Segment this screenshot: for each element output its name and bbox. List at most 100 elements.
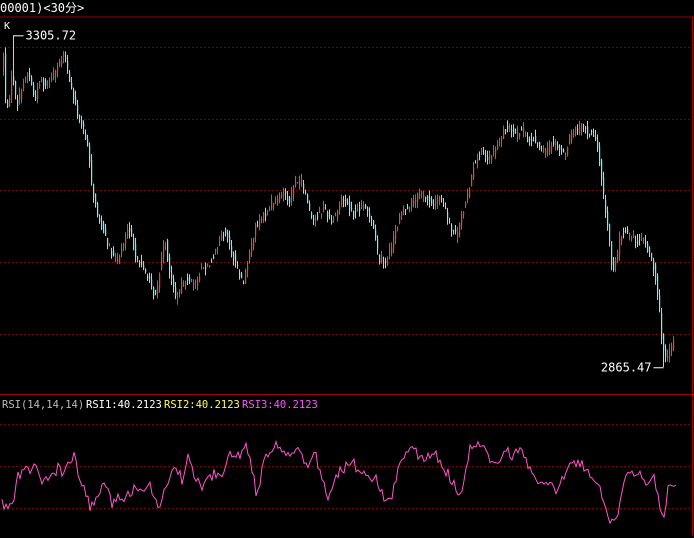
candle[interactable] <box>623 227 625 239</box>
candle[interactable] <box>549 140 551 156</box>
candle[interactable] <box>17 94 19 112</box>
candle[interactable] <box>347 198 349 206</box>
candle[interactable] <box>269 206 271 212</box>
candle[interactable] <box>351 201 353 212</box>
candle[interactable] <box>415 194 417 208</box>
candle[interactable] <box>335 212 337 217</box>
candle[interactable] <box>11 70 13 104</box>
candle[interactable] <box>523 121 525 138</box>
candle[interactable] <box>671 342 673 357</box>
candle[interactable] <box>7 99 9 109</box>
candle[interactable] <box>81 115 83 129</box>
candle[interactable] <box>357 203 359 212</box>
candle[interactable] <box>25 76 27 83</box>
candle[interactable] <box>57 62 59 78</box>
candle[interactable] <box>111 247 113 259</box>
candle[interactable] <box>167 238 169 262</box>
candle[interactable] <box>293 184 295 202</box>
candle[interactable] <box>391 242 393 257</box>
candle[interactable] <box>329 209 331 220</box>
candle[interactable] <box>75 90 77 106</box>
candle[interactable] <box>341 194 343 208</box>
candle[interactable] <box>455 225 457 235</box>
candle[interactable] <box>405 209 407 215</box>
candle[interactable] <box>199 272 201 283</box>
candle[interactable] <box>465 201 467 209</box>
candle[interactable] <box>319 206 321 214</box>
candle[interactable] <box>385 257 387 269</box>
candle[interactable] <box>557 141 559 151</box>
candle[interactable] <box>511 124 513 138</box>
candle[interactable] <box>155 289 157 296</box>
candle[interactable] <box>157 280 159 299</box>
candle[interactable] <box>235 250 237 268</box>
candle[interactable] <box>229 230 231 250</box>
candle[interactable] <box>277 194 279 206</box>
candle[interactable] <box>65 51 67 63</box>
candle[interactable] <box>219 235 221 247</box>
candle[interactable] <box>253 237 255 251</box>
candle[interactable] <box>635 235 637 249</box>
candle[interactable] <box>231 240 233 258</box>
candle[interactable] <box>109 243 111 247</box>
candle[interactable] <box>561 144 563 155</box>
candle[interactable] <box>573 128 575 138</box>
candle[interactable] <box>133 233 135 251</box>
candle[interactable] <box>359 201 361 217</box>
candle[interactable] <box>441 194 443 203</box>
candle[interactable] <box>297 181 299 184</box>
candle[interactable] <box>191 278 193 283</box>
candle[interactable] <box>283 187 285 202</box>
candle[interactable] <box>363 201 365 211</box>
candle[interactable] <box>475 160 477 164</box>
candle[interactable] <box>325 204 327 210</box>
candle[interactable] <box>333 215 335 224</box>
candle[interactable] <box>159 272 161 293</box>
candle[interactable] <box>251 238 253 257</box>
candle[interactable] <box>375 224 377 241</box>
candle[interactable] <box>295 175 297 188</box>
candle[interactable] <box>497 140 499 151</box>
candle[interactable] <box>97 201 99 218</box>
candle[interactable] <box>423 190 425 203</box>
candle[interactable] <box>67 54 69 74</box>
candle[interactable] <box>163 239 165 264</box>
candle[interactable] <box>551 141 553 154</box>
candle[interactable] <box>619 231 621 261</box>
candle[interactable] <box>267 210 269 216</box>
candle[interactable] <box>627 226 629 234</box>
candle[interactable] <box>177 291 179 305</box>
candle[interactable] <box>339 201 341 215</box>
candle[interactable] <box>527 132 529 143</box>
candle[interactable] <box>581 122 583 136</box>
candle[interactable] <box>313 214 315 226</box>
candle[interactable] <box>411 198 413 212</box>
candle[interactable] <box>271 194 273 211</box>
candle[interactable] <box>265 207 267 222</box>
candle[interactable] <box>99 214 101 224</box>
candle[interactable] <box>565 152 567 161</box>
candle[interactable] <box>257 220 259 228</box>
stock-chart[interactable]: K 3305.72 2865.47 RSI(14,14,14) RSI1:40.… <box>0 0 694 538</box>
candle[interactable] <box>301 173 303 187</box>
candle[interactable] <box>149 272 151 284</box>
candle[interactable] <box>553 135 555 147</box>
candle[interactable] <box>607 206 609 231</box>
candle[interactable] <box>209 264 211 268</box>
candle[interactable] <box>485 149 487 163</box>
candle[interactable] <box>121 243 123 258</box>
candle[interactable] <box>661 307 663 345</box>
candle[interactable] <box>139 260 141 268</box>
candle[interactable] <box>495 146 497 160</box>
candle[interactable] <box>135 237 137 263</box>
candle[interactable] <box>509 123 511 132</box>
candle[interactable] <box>533 136 535 142</box>
candle[interactable] <box>161 251 163 271</box>
candle[interactable] <box>473 161 475 180</box>
candle[interactable] <box>147 273 149 282</box>
candle[interactable] <box>659 289 661 313</box>
candle[interactable] <box>289 195 291 208</box>
candle[interactable] <box>531 132 533 147</box>
candle[interactable] <box>369 207 371 223</box>
candle[interactable] <box>245 268 247 285</box>
